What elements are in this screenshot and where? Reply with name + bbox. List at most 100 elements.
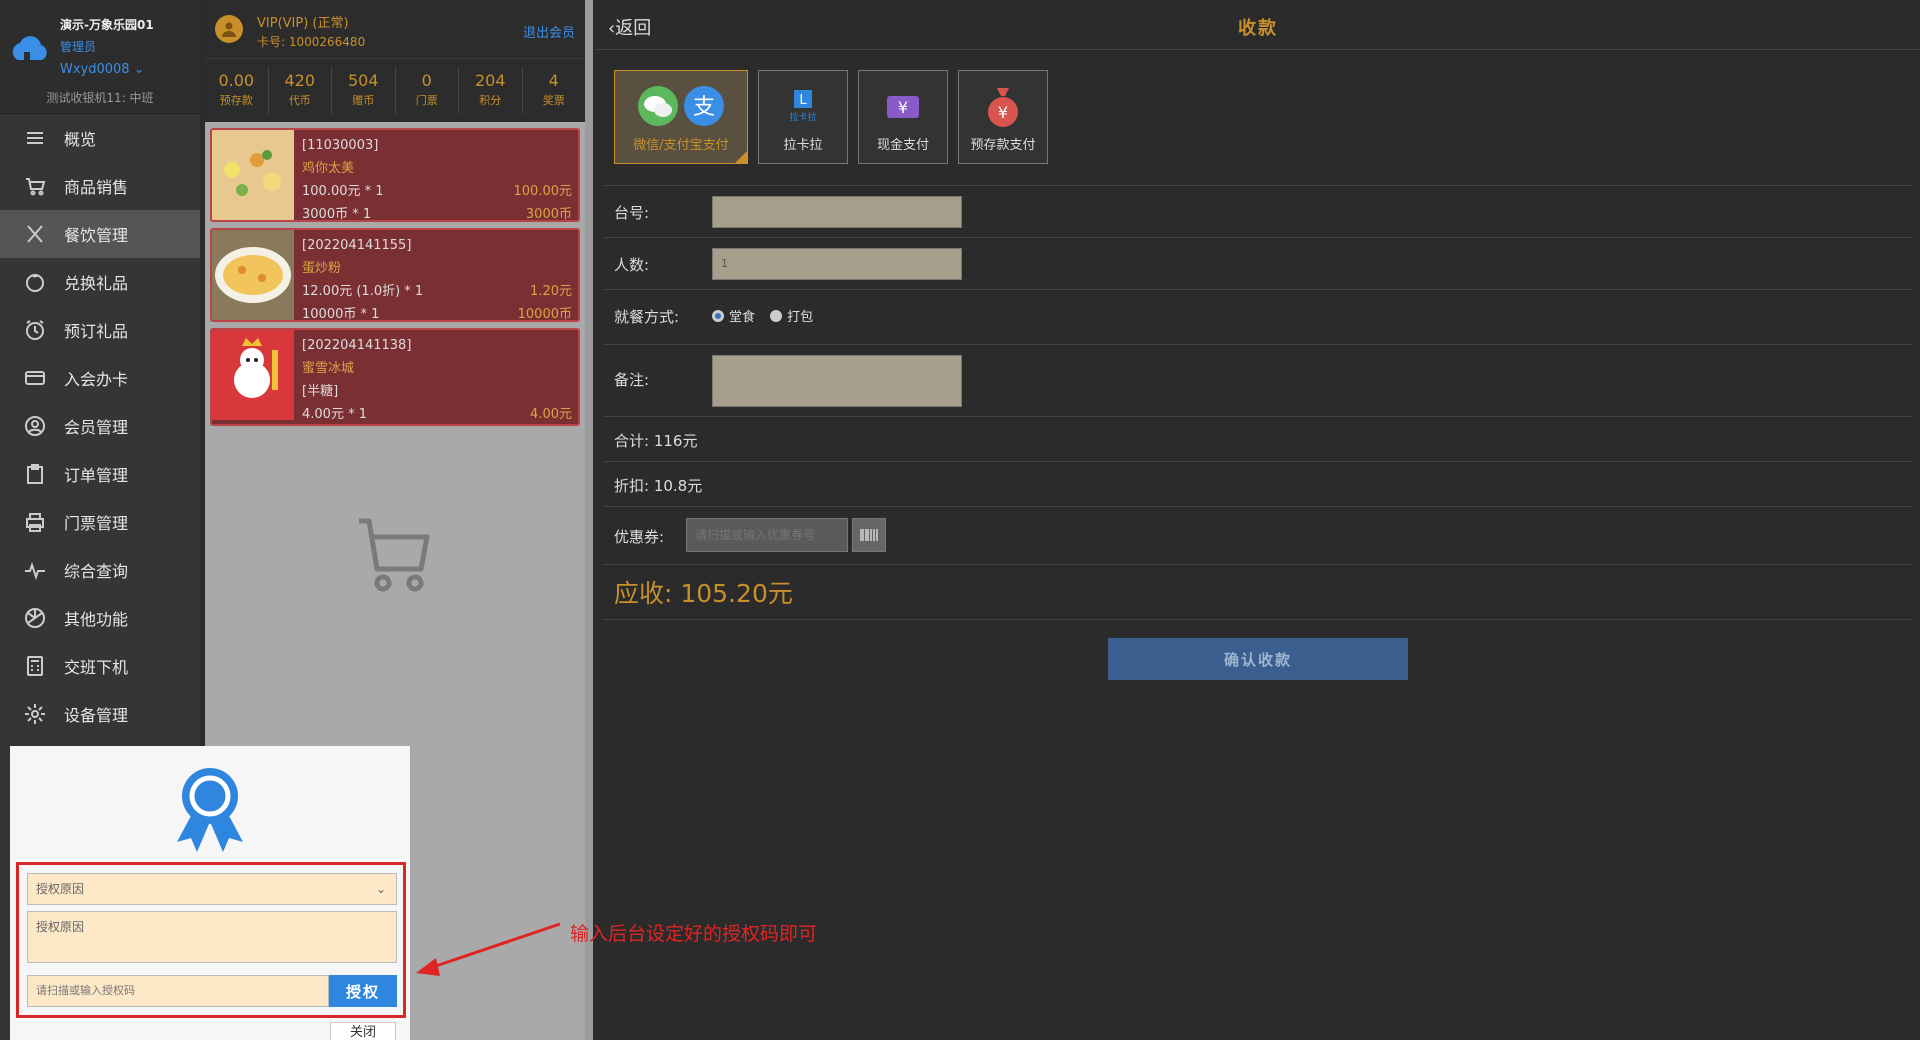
- member-stat: 0 门票: [396, 67, 459, 114]
- sidebar-item-label: 餐饮管理: [64, 226, 129, 245]
- user-menu[interactable]: Wxyd0008 ⌄: [60, 62, 145, 77]
- member-bar: VIP(VIP) (正常) 卡号: 1000266480 退出会员: [205, 0, 585, 58]
- wechat-icon: [638, 86, 678, 126]
- sidebar-item-label: 门票管理: [64, 514, 129, 533]
- money-bag-icon: ¥: [988, 88, 1018, 127]
- sidebar-item-utensils[interactable]: 餐饮管理: [0, 210, 200, 258]
- sidebar-item-gear[interactable]: 设备管理: [0, 690, 200, 738]
- auth-reason-select[interactable]: 授权原因 ⌄: [27, 873, 397, 905]
- payment-methods: 支 微信/支付宝支付 L 拉卡拉 拉卡拉 ¥ 现金支付 ¥ 预存款支付: [614, 70, 1048, 164]
- member-stat: 4 奖票: [523, 67, 586, 114]
- remark-row: 备注:: [604, 344, 1912, 416]
- amount-due: 应收: 105.20元: [614, 579, 793, 608]
- stat-value: 4: [548, 71, 559, 90]
- pay-method-label: 现金支付: [876, 138, 929, 153]
- exit-member-link[interactable]: 退出会员: [523, 22, 575, 41]
- sidebar-item-pulse[interactable]: 综合查询: [0, 546, 200, 594]
- gear-icon: [22, 702, 48, 726]
- remark-textarea[interactable]: [712, 355, 962, 407]
- avatar: [215, 15, 243, 43]
- sidebar-item-calculator[interactable]: 交班下机: [0, 642, 200, 690]
- list-item[interactable]: [202204141155] 蛋炒粉 12.00元 (1.0折) * 1 1.20…: [210, 228, 580, 322]
- sidebar-item-label: 其他功能: [64, 610, 129, 629]
- order-price-line: 12.00元 (1.0折) * 1: [302, 284, 424, 299]
- aperture-icon: [22, 606, 48, 630]
- card-icon: [22, 366, 48, 390]
- lakala-icon: L 拉卡拉: [789, 90, 817, 123]
- pay-lakala-button[interactable]: L 拉卡拉 拉卡拉: [758, 70, 848, 164]
- table-number-input[interactable]: [712, 196, 962, 228]
- order-price-amount: 1.20元: [530, 284, 572, 299]
- radio-unchecked-icon: [770, 309, 783, 322]
- sidebar-item-label: 商品销售: [64, 178, 129, 197]
- sidebar-item-menu[interactable]: 概览: [0, 114, 200, 162]
- dine-in-radio[interactable]: 堂食: [712, 306, 755, 325]
- page-title: 收款: [1238, 18, 1278, 39]
- order-item-spec: [半糖]: [302, 384, 339, 399]
- stat-value: 0: [421, 71, 432, 90]
- sidebar-item-card[interactable]: 入会办卡: [0, 354, 200, 402]
- order-item-code: [202204141155]: [302, 238, 412, 253]
- sidebar-item-cart[interactable]: 商品销售: [0, 162, 200, 210]
- people-label: 人数:: [614, 256, 650, 274]
- sidebar-item-label: 订单管理: [64, 466, 129, 485]
- sidebar-item-label: 预订礼品: [64, 322, 129, 341]
- svg-text:支: 支: [693, 95, 715, 120]
- annotation-text: 输入后台设定好的授权码即可: [570, 923, 818, 945]
- coupon-input[interactable]: [686, 518, 848, 552]
- pay-method-label: 拉卡拉: [783, 138, 823, 153]
- pay-method-label: 预存款支付: [970, 138, 1036, 153]
- member-name: VIP(VIP) (正常): [257, 16, 349, 31]
- order-price-amount: 100.00元: [513, 184, 573, 199]
- auth-code-input[interactable]: 请扫描或输入授权码: [27, 975, 329, 1007]
- sidebar-item-user[interactable]: 会员管理: [0, 402, 200, 450]
- payment-panel: ‹返回 收款 支 微信/支付宝支付 L 拉卡拉 拉卡拉 ¥ 现金支付 ¥ 预存款…: [596, 0, 1920, 1040]
- stat-label: 代币: [288, 94, 311, 107]
- confirm-payment-button[interactable]: 确认收款: [1108, 638, 1408, 680]
- cloud-logo-icon: [12, 36, 47, 60]
- list-item[interactable]: [202204141138] 蜜雪冰城 [半糖] 4.00元 * 1 4.00元 …: [210, 328, 580, 426]
- table-row: 台号:: [604, 185, 1912, 237]
- close-button[interactable]: 关闭: [330, 1022, 396, 1040]
- sidebar-item-printer[interactable]: 门票管理: [0, 498, 200, 546]
- scan-coupon-button[interactable]: [852, 518, 886, 552]
- total-amount: 合计: 116元: [614, 432, 698, 450]
- store-name: 演示-万象乐园01: [60, 18, 154, 32]
- calculator-icon: [22, 654, 48, 678]
- takeaway-radio[interactable]: 打包: [770, 306, 813, 325]
- auth-reason-textarea[interactable]: 授权原因: [27, 911, 397, 963]
- sidebar-item-label: 交班下机: [64, 658, 129, 677]
- pay-deposit-button[interactable]: ¥ 预存款支付: [958, 70, 1048, 164]
- coupon-label: 优惠券:: [614, 528, 665, 546]
- people-input[interactable]: 1: [712, 248, 962, 280]
- order-item-name: 蛋炒粉: [302, 261, 342, 276]
- stat-label: 奖票: [542, 94, 565, 107]
- sidebar-item-alarm[interactable]: 预订礼品: [0, 306, 200, 354]
- sidebar-item-label: 设备管理: [64, 706, 129, 725]
- food-thumbnail: [212, 230, 294, 320]
- dine-mode-options: 堂食 打包: [712, 306, 823, 326]
- alipay-icon: 支: [684, 86, 724, 126]
- member-stats: 0.00 预存款 420 代币 504 赠币 0 门票 204 积分 4 奖票: [205, 58, 585, 122]
- stat-label: 赠币: [352, 94, 375, 107]
- sidebar-item-gift[interactable]: 兑换礼品: [0, 258, 200, 306]
- pay-wechat-alipay-button[interactable]: 支 微信/支付宝支付: [614, 70, 748, 164]
- total-row: 合计: 116元: [604, 416, 1912, 461]
- sidebar-item-label: 综合查询: [64, 562, 129, 581]
- member-card-number: 卡号: 1000266480: [257, 35, 366, 49]
- authorize-button[interactable]: 授权: [329, 975, 397, 1007]
- order-coin-amount: 10000币: [517, 307, 572, 322]
- list-item[interactable]: [11030003] 鸡你太美 100.00元 * 1 100.00元 3000币…: [210, 128, 580, 222]
- pay-cash-button[interactable]: ¥ 现金支付: [858, 70, 948, 164]
- order-price-amount: 4.00元: [530, 407, 572, 422]
- barcode-icon: [860, 529, 878, 541]
- takeaway-label: 打包: [787, 310, 814, 325]
- sidebar-item-label: 概览: [64, 130, 97, 149]
- sidebar-item-aperture[interactable]: 其他功能: [0, 594, 200, 642]
- table-number-label: 台号:: [614, 204, 650, 222]
- order-price-line: 100.00元 * 1: [302, 184, 384, 199]
- order-item-name: 蜜雪冰城: [302, 361, 355, 376]
- dine-row: 就餐方式: 堂食 打包: [604, 289, 1912, 344]
- alarm-icon: [22, 318, 48, 342]
- sidebar-item-clipboard[interactable]: 订单管理: [0, 450, 200, 498]
